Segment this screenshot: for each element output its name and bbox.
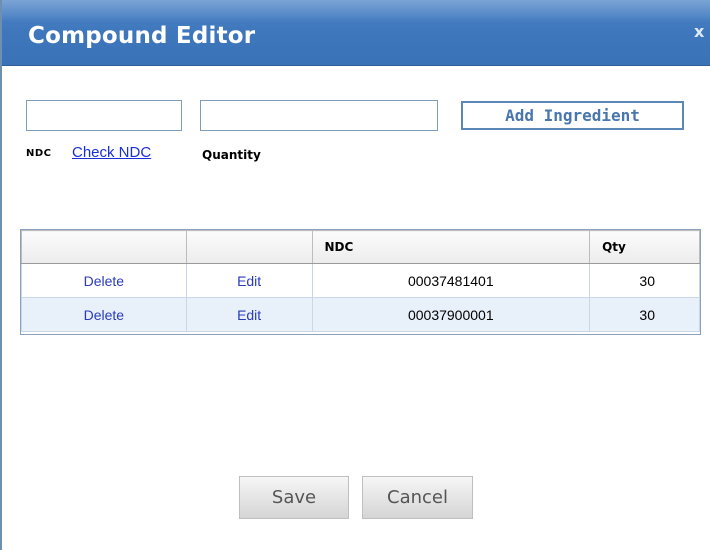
add-ingredient-button[interactable]: Add Ingredient — [461, 101, 684, 130]
check-ndc-link[interactable]: Check NDC — [72, 144, 151, 161]
row-qty-cell: 30 — [589, 297, 700, 332]
table-row: Delete Edit 00037481401 30 — [21, 263, 700, 298]
ndc-input[interactable] — [26, 100, 182, 131]
column-header-ndc[interactable]: NDC — [311, 230, 591, 264]
delete-link[interactable]: Delete — [84, 307, 124, 323]
dialog-title: Compound Editor — [28, 23, 256, 49]
compound-editor-dialog: Compound Editor x Add Ingredient NDC Che… — [0, 0, 710, 550]
ndc-label: NDC — [26, 148, 52, 159]
edit-link[interactable]: Edit — [237, 307, 261, 323]
row-edit-cell: Edit — [185, 297, 313, 332]
row-ndc-cell: 00037900001 — [311, 297, 591, 332]
quantity-label: Quantity — [202, 148, 261, 162]
close-icon[interactable]: x — [694, 22, 708, 42]
delete-link[interactable]: Delete — [84, 273, 124, 289]
table-row: Delete Edit 00037900001 30 — [21, 297, 700, 332]
table-header-row: NDC Qty — [21, 230, 700, 264]
column-header-qty[interactable]: Qty — [589, 230, 700, 264]
cancel-button[interactable]: Cancel — [362, 476, 473, 519]
row-edit-cell: Edit — [185, 263, 313, 298]
row-delete-cell: Delete — [21, 263, 187, 298]
quantity-input[interactable] — [200, 100, 438, 131]
row-qty-cell: 30 — [589, 263, 700, 298]
edit-link[interactable]: Edit — [237, 273, 261, 289]
column-header-edit — [185, 230, 313, 264]
row-ndc-cell: 00037481401 — [311, 263, 591, 298]
dialog-titlebar[interactable]: Compound Editor x — [2, 0, 710, 66]
ingredients-table: NDC Qty Delete Edit 00037481401 30 Delet… — [21, 230, 700, 332]
column-header-delete — [21, 230, 187, 264]
save-button[interactable]: Save — [239, 476, 349, 519]
titlebar-shine — [2, 0, 710, 22]
row-delete-cell: Delete — [21, 297, 187, 332]
